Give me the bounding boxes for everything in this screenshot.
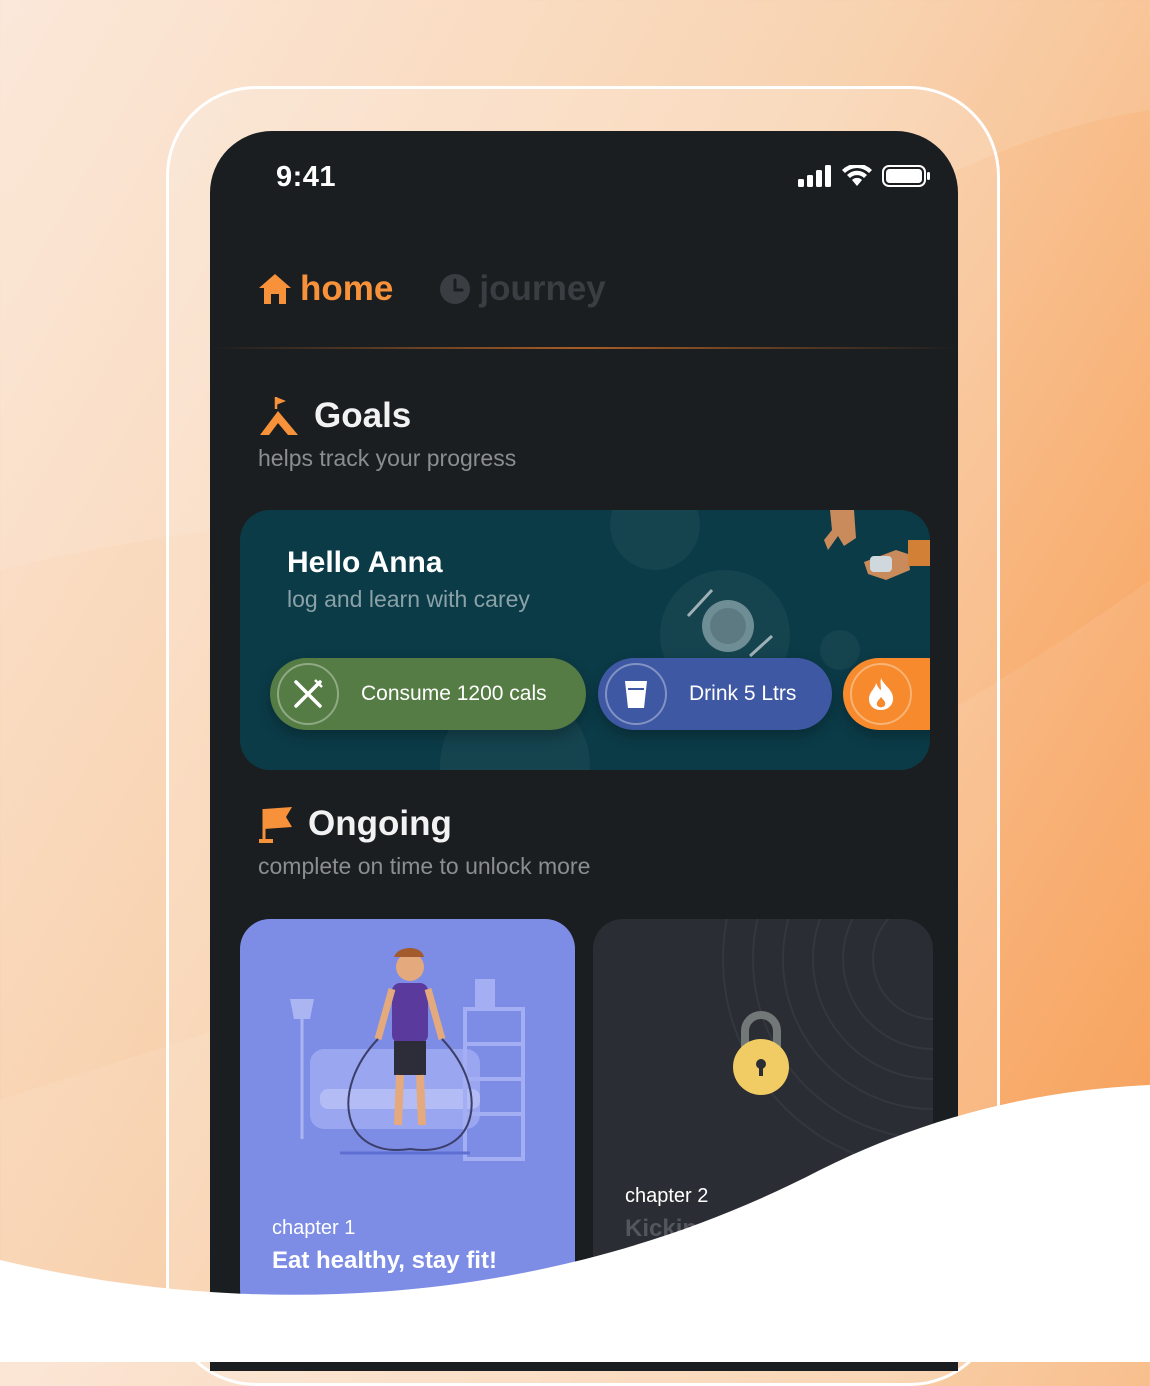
bottom-white-wave: [0, 1085, 1150, 1362]
goal-pill-water[interactable]: Drink 5 Ltrs: [598, 658, 832, 730]
decor-circle: [820, 630, 860, 670]
goal-card[interactable]: Hello Anna log and learn with carey Cons…: [240, 510, 930, 770]
ongoing-subtitle: complete on time to unlock more: [258, 853, 591, 879]
fork-knife-icon: [277, 663, 339, 725]
goals-title: Goals: [314, 396, 412, 435]
flag-icon: [259, 807, 292, 843]
flame-icon: [850, 663, 912, 725]
tab-home-label: home: [300, 269, 394, 308]
ongoing-header: Ongoing: [258, 803, 452, 845]
plate-cutlery-icon: [686, 588, 774, 658]
tab-journey[interactable]: journey: [439, 269, 606, 309]
goal-pill-water-label: Drink 5 Ltrs: [689, 682, 797, 705]
wifi-icon: [842, 165, 872, 186]
tab-bar: home journey: [258, 269, 606, 309]
status-time: 9:41: [276, 161, 337, 193]
tab-journey-label: journey: [479, 269, 606, 308]
goal-pill-calories[interactable]: Consume 1200 cals: [270, 658, 586, 730]
ongoing-title: Ongoing: [308, 804, 452, 843]
decor-circle: [610, 510, 700, 570]
cup-icon: [605, 663, 667, 725]
goal-pill-calories-label: Consume 1200 cals: [361, 682, 547, 705]
clock-icon: [440, 274, 471, 304]
goals-header: Goals: [258, 395, 411, 437]
greeting-subtitle: log and learn with carey: [287, 586, 530, 612]
goals-subtitle: helps track your progress: [258, 445, 517, 471]
goal-pill-flame[interactable]: [843, 658, 930, 730]
mountain-flag-icon: [260, 397, 298, 435]
battery-icon: [882, 165, 930, 187]
status-icons: [798, 165, 930, 187]
tab-divider: [210, 347, 958, 349]
greeting-title: Hello Anna: [287, 546, 443, 579]
house-icon: [259, 274, 291, 304]
signal-icon: [798, 165, 831, 187]
glucometer-hands-icon: [824, 510, 930, 580]
tab-home[interactable]: home: [258, 269, 393, 309]
